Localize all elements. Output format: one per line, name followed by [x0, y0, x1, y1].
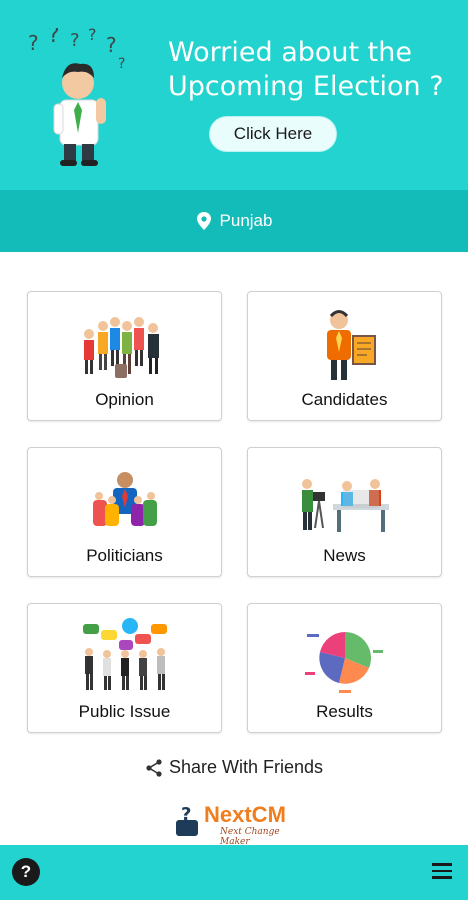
worried-man-illustration: ? ? ? ? ? ?: [28, 28, 125, 166]
candidate-icon: [326, 310, 376, 380]
svg-text:?: ?: [106, 33, 117, 57]
nextcm-logo: ? NextCM Next Change Maker: [172, 800, 312, 847]
svg-text:?: ?: [88, 28, 97, 44]
hamburger-menu-icon[interactable]: [432, 863, 452, 881]
location-selector[interactable]: Punjab: [0, 190, 468, 252]
hero-banner: ? ? ? ? ? ? Worried about the Upcoming E…: [0, 0, 468, 190]
pie-chart-icon: [304, 632, 383, 693]
share-label: Share With Friends: [168, 757, 324, 777]
svg-text:?: ?: [181, 804, 191, 825]
svg-text:?: ?: [28, 31, 39, 55]
location-label: Punjab: [219, 211, 273, 230]
politicians-label: Politicians: [86, 546, 163, 565]
results-label: Results: [316, 702, 373, 721]
candidates-label: Candidates: [301, 390, 388, 409]
share-icon: [146, 758, 162, 777]
click-here-button[interactable]: Click Here: [209, 116, 337, 152]
svg-text:?: ?: [48, 28, 60, 48]
share-with-friends-button[interactable]: Share With Friends: [0, 757, 468, 778]
help-icon[interactable]: ?: [12, 858, 40, 886]
opinion-card[interactable]: Opinion: [27, 291, 222, 421]
politician-icon: [92, 472, 157, 526]
opinion-label: Opinion: [95, 390, 154, 409]
public-issue-label: Public Issue: [78, 702, 171, 721]
protest-icon: [82, 618, 167, 690]
news-card[interactable]: News: [247, 447, 442, 577]
map-pin-icon: [196, 212, 211, 230]
politicians-card[interactable]: Politicians: [27, 447, 222, 577]
logo-mark-icon: ?: [176, 804, 198, 836]
bottom-navigation-bar: ?: [0, 845, 468, 900]
public-issue-card[interactable]: Public Issue: [27, 603, 222, 733]
hero-title: Worried about the Upcoming Election ?: [168, 37, 444, 102]
candidates-card[interactable]: Candidates: [247, 291, 442, 421]
svg-text:?: ?: [118, 56, 125, 72]
brand-name: NextCM: [204, 802, 286, 827]
brand-tagline: Next Change Maker: [220, 827, 280, 847]
results-card[interactable]: Results: [247, 603, 442, 733]
news-icon: [301, 479, 389, 532]
svg-text:?: ?: [70, 30, 80, 51]
crowd-icon: [83, 317, 159, 378]
news-label: News: [323, 546, 366, 565]
